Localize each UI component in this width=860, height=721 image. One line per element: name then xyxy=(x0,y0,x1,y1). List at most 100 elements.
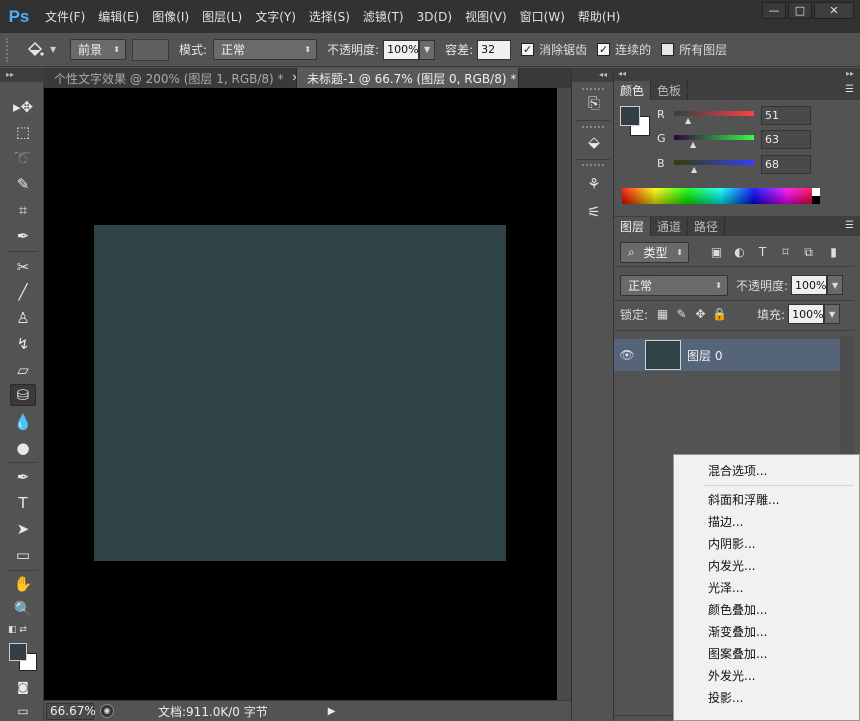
3d-panel-icon[interactable]: ⬙ xyxy=(583,131,605,153)
blue-value-input[interactable]: 68 xyxy=(761,155,811,174)
layer-opacity-input[interactable]: 100% xyxy=(791,275,828,295)
path-selection-tool-icon[interactable]: ➤ xyxy=(10,518,36,540)
eye-icon[interactable]: 👁 xyxy=(614,348,640,362)
menu-file[interactable]: 文件(F) xyxy=(38,8,91,25)
blur-tool-icon[interactable]: 💧 xyxy=(10,411,36,433)
history-brush-tool-icon[interactable]: ↯ xyxy=(10,333,36,355)
quick-mask-icon[interactable]: ◙ xyxy=(10,676,36,698)
color-panel-foreground-swatch[interactable] xyxy=(620,106,640,126)
slider-thumb-icon[interactable]: ▲ xyxy=(690,140,696,149)
canvas-image[interactable] xyxy=(94,225,506,561)
menu-item-satin[interactable]: 光泽... xyxy=(708,579,743,596)
mode-select[interactable]: 正常 ⬍ xyxy=(213,39,318,60)
shape-layer-filter-icon[interactable]: ⌑ xyxy=(778,245,793,260)
slider-thumb-icon[interactable]: ▲ xyxy=(685,116,691,125)
collapse-arrows-icon[interactable]: ▸▸ xyxy=(0,68,43,82)
collapse-arrows-icon[interactable]: ▸▸ xyxy=(846,68,854,80)
status-info-icon[interactable]: ◉ xyxy=(100,704,114,718)
menu-edit[interactable]: 编辑(E) xyxy=(91,8,145,25)
tab-paths[interactable]: 路径 xyxy=(688,217,726,236)
menu-image[interactable]: 图像(I) xyxy=(145,8,195,25)
properties-panel-icon[interactable]: ⚟ xyxy=(583,201,605,223)
layer-thumbnail[interactable] xyxy=(645,340,681,370)
panel-menu-icon[interactable]: ☰ xyxy=(845,84,854,95)
green-value-input[interactable]: 63 xyxy=(761,130,811,149)
layer-name[interactable]: 图层 0 xyxy=(687,347,722,364)
menu-item-pattern-overlay[interactable]: 图案叠加... xyxy=(708,645,767,662)
layer-opacity-dropdown[interactable]: ▼ xyxy=(827,275,844,295)
smart-object-filter-icon[interactable]: ⧉ xyxy=(801,245,816,260)
menu-item-inner-glow[interactable]: 内发光... xyxy=(708,557,755,574)
zoom-level-input[interactable]: 66.67% xyxy=(46,702,96,720)
collapse-arrows-icon[interactable]: ◂◂ xyxy=(572,68,613,82)
canvas-vertical-scrollbar[interactable] xyxy=(557,88,571,700)
layer-row[interactable]: 👁 图层 0 xyxy=(614,339,840,371)
dock-grip[interactable] xyxy=(582,126,604,129)
menu-item-blending-options[interactable]: 混合选项... xyxy=(708,462,767,479)
lock-pixels-icon[interactable]: ✎ xyxy=(674,307,689,322)
document-tab-2[interactable]: 未标题-1 @ 66.7% (图层 0, RGB/8) * ✕ xyxy=(297,68,519,88)
opacity-input[interactable]: 100% xyxy=(383,39,420,60)
zoom-tool-icon[interactable]: 🔍 xyxy=(10,598,36,620)
contiguous-checkbox[interactable]: ✓ 连续的 xyxy=(597,41,651,58)
tab-layers[interactable]: 图层 xyxy=(614,217,652,236)
lock-position-icon[interactable]: ✥ xyxy=(693,307,708,322)
spot-healing-tool-icon[interactable]: ✂ xyxy=(10,256,36,278)
spectrum-black-swatch[interactable] xyxy=(812,196,820,204)
lasso-tool-icon[interactable]: ➰ xyxy=(10,147,36,169)
screen-mode-icon[interactable]: ▭ xyxy=(10,700,36,721)
tool-preset-picker[interactable]: ▼ xyxy=(26,41,70,59)
opacity-dropdown-button[interactable]: ▼ xyxy=(419,39,436,60)
menu-window[interactable]: 窗口(W) xyxy=(513,8,571,25)
menu-item-color-overlay[interactable]: 颜色叠加... xyxy=(708,601,767,618)
crop-tool-icon[interactable]: ⌗ xyxy=(10,199,36,221)
maximize-button[interactable]: □ xyxy=(788,2,812,19)
blend-mode-select[interactable]: 正常 ⬍ xyxy=(620,274,728,296)
menu-filter[interactable]: 滤镜(T) xyxy=(356,8,410,25)
rectangle-tool-icon[interactable]: ▭ xyxy=(10,544,36,566)
quick-selection-tool-icon[interactable]: ✎ xyxy=(10,173,36,195)
document-canvas-area[interactable] xyxy=(44,88,557,700)
menu-item-drop-shadow[interactable]: 投影... xyxy=(708,689,743,706)
close-window-button[interactable]: ✕ xyxy=(814,2,854,19)
default-colors-icon[interactable]: ◧ ⇄ xyxy=(8,625,27,635)
dodge-tool-icon[interactable]: ● xyxy=(10,437,36,459)
marquee-tool-icon[interactable]: ⬚ xyxy=(10,121,36,143)
menu-item-gradient-overlay[interactable]: 渐变叠加... xyxy=(708,623,767,640)
menu-help[interactable]: 帮助(H) xyxy=(571,8,626,25)
paint-bucket-tool-icon[interactable]: ⛁ xyxy=(10,384,36,406)
tab-channels[interactable]: 通道 xyxy=(651,217,689,236)
type-layer-filter-icon[interactable]: T xyxy=(755,245,770,260)
pen-tool-icon[interactable]: ✒ xyxy=(10,466,36,488)
brush-tool-icon[interactable]: ╱ xyxy=(10,281,36,303)
clone-stamp-tool-icon[interactable]: ♙ xyxy=(10,307,36,329)
all-layers-checkbox[interactable]: 所有图层 xyxy=(661,41,727,58)
tab-swatches[interactable]: 色板 xyxy=(651,81,689,100)
dock-grip[interactable] xyxy=(582,164,604,167)
collapse-arrows-icon[interactable]: ◂◂ xyxy=(618,68,626,80)
spectrum-white-swatch[interactable] xyxy=(812,188,820,196)
blue-slider-track[interactable] xyxy=(674,160,754,165)
type-tool-icon[interactable]: T xyxy=(10,492,36,514)
status-menu-arrow-icon[interactable]: ▶ xyxy=(328,706,336,717)
fill-source-select[interactable]: 前景 ⬍ xyxy=(70,39,126,60)
menu-item-bevel-emboss[interactable]: 斜面和浮雕... xyxy=(708,491,779,508)
fill-input[interactable]: 100% xyxy=(788,304,825,324)
panel-menu-icon[interactable]: ☰ xyxy=(845,220,854,231)
menu-item-inner-shadow[interactable]: 内阴影... xyxy=(708,535,755,552)
green-slider-track[interactable] xyxy=(674,135,754,140)
hand-tool-icon[interactable]: ✋ xyxy=(10,573,36,595)
foreground-color-swatch[interactable] xyxy=(9,643,27,661)
menu-item-outer-glow[interactable]: 外发光... xyxy=(708,667,755,684)
slider-thumb-icon[interactable]: ▲ xyxy=(691,165,697,174)
tolerance-input[interactable]: 32 xyxy=(477,39,512,60)
pixel-layer-filter-icon[interactable]: ▣ xyxy=(709,245,724,260)
menu-type[interactable]: 文字(Y) xyxy=(248,8,302,25)
color-spectrum-bar[interactable] xyxy=(622,188,820,204)
menu-item-stroke[interactable]: 描边... xyxy=(708,513,743,530)
dock-grip[interactable] xyxy=(582,88,604,91)
document-tab-1[interactable]: 个性文字效果 @ 200% (图层 1, RGB/8) * ✕ xyxy=(44,68,297,88)
menu-view[interactable]: 视图(V) xyxy=(458,8,513,25)
fill-dropdown[interactable]: ▼ xyxy=(824,304,841,324)
lock-all-icon[interactable]: 🔒 xyxy=(712,307,727,322)
